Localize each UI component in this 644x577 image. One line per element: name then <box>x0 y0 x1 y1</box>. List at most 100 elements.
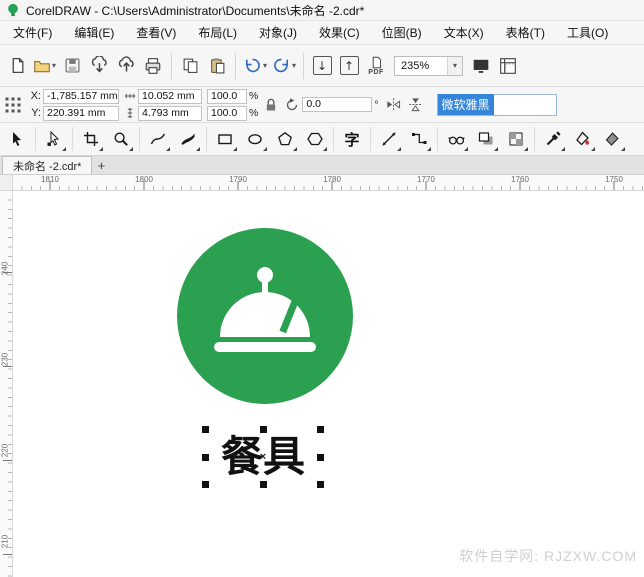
font-list-combobox[interactable]: 微软雅黑 <box>436 93 557 116</box>
import-button[interactable]: ↓ <box>309 50 335 82</box>
text-tool[interactable]: 字 <box>338 125 366 153</box>
import-icon: ↓ <box>312 56 332 75</box>
new-document-button[interactable] <box>4 50 30 82</box>
ellipse-tool[interactable] <box>241 125 269 153</box>
scale-y-field[interactable]: 100.0 <box>207 105 247 121</box>
save-icon <box>65 58 80 73</box>
export-button[interactable]: ↑ <box>336 50 362 82</box>
freehand-tool[interactable] <box>144 125 172 153</box>
fullscreen-preview-button[interactable] <box>468 50 494 82</box>
shape-tool-icon <box>47 131 60 146</box>
copy-icon <box>183 58 197 73</box>
separator <box>437 127 438 151</box>
interactive-fill-tool[interactable] <box>569 125 597 153</box>
save-button[interactable] <box>59 50 85 82</box>
menu-bitmaps[interactable]: 位图(B) <box>371 21 433 44</box>
zoom-tool[interactable] <box>107 125 135 153</box>
zoom-level-combobox[interactable]: 235% ▾ <box>394 55 464 76</box>
selection-handle[interactable] <box>317 481 324 488</box>
x-position-field[interactable]: -1,785.157 mm <box>43 88 119 104</box>
common-shapes-tool[interactable] <box>301 125 329 153</box>
color-eyedropper-tool[interactable] <box>539 125 567 153</box>
mirror-vertical-button[interactable] <box>406 95 426 115</box>
undo-button[interactable]: ▾ <box>241 50 269 82</box>
separator <box>35 127 36 151</box>
rotation-angle-field[interactable]: 0.0 <box>302 97 373 112</box>
undo-dropdown-arrow-icon[interactable]: ▾ <box>263 61 267 70</box>
zoom-dropdown-button[interactable]: ▾ <box>447 56 463 75</box>
logo-graphic[interactable] <box>170 221 360 411</box>
text-tool-icon: 字 <box>344 131 360 149</box>
show-rulers-button[interactable] <box>495 50 521 82</box>
copy-button[interactable] <box>177 50 203 82</box>
menu-effects[interactable]: 效果(C) <box>308 21 371 44</box>
font-name-selected[interactable]: 微软雅黑 <box>437 94 494 115</box>
save-to-cloud-button[interactable] <box>113 50 139 82</box>
connector-tool[interactable] <box>405 125 433 153</box>
glasses-effect-tool[interactable] <box>442 125 470 153</box>
horizontal-ruler[interactable]: 1810 1800 1790 1780 1770 1760 1750 <box>13 175 644 190</box>
menu-layout[interactable]: 布局(L) <box>187 21 248 44</box>
object-height-field[interactable]: 4.793 mm <box>138 105 202 121</box>
coreldraw-logo-icon <box>8 3 18 17</box>
selected-text-object[interactable]: 餐具 × <box>202 426 324 488</box>
ruler-origin[interactable] <box>0 175 13 190</box>
freehand-tool-icon <box>150 133 166 145</box>
selection-handle[interactable] <box>202 426 209 433</box>
drawing-canvas[interactable]: 餐具 × 软件自学网: RJZXW.COM <box>13 191 644 577</box>
drop-shadow-tool[interactable] <box>472 125 500 153</box>
selection-handle[interactable] <box>260 426 267 433</box>
separator <box>303 52 305 79</box>
menu-text[interactable]: 文本(X) <box>433 21 495 44</box>
transparency-tool[interactable] <box>502 125 530 153</box>
parallel-dimension-tool[interactable] <box>375 125 403 153</box>
selection-handle[interactable] <box>202 481 209 488</box>
window-title: CorelDRAW - C:\Users\Administrator\Docum… <box>26 3 365 18</box>
menu-file[interactable]: 文件(F) <box>2 21 63 44</box>
y-position-field[interactable]: 220.391 mm <box>43 105 119 121</box>
redo-button[interactable]: ▾ <box>270 50 298 82</box>
cloche-logo-icon <box>177 228 353 404</box>
position-fields: X: -1,785.157 mm Y: 220.391 mm <box>28 88 119 121</box>
shape-tool[interactable] <box>40 125 68 153</box>
v-ruler-label: 240 <box>0 261 10 276</box>
smart-fill-tool[interactable] <box>599 125 627 153</box>
polygon-tool[interactable] <box>271 125 299 153</box>
scale-x-field[interactable]: 100.0 <box>207 88 247 104</box>
pick-tool[interactable] <box>3 125 31 153</box>
selection-handle[interactable] <box>317 426 324 433</box>
object-origin-grid-icon[interactable] <box>3 95 23 115</box>
menu-view[interactable]: 查看(V) <box>125 21 187 44</box>
zoom-level-value[interactable]: 235% <box>395 60 447 72</box>
menu-tools[interactable]: 工具(O) <box>556 21 619 44</box>
print-icon <box>145 57 161 74</box>
pick-tool-icon <box>13 132 21 146</box>
mirror-horizontal-button[interactable] <box>384 95 404 115</box>
menu-table[interactable]: 表格(T) <box>495 21 556 44</box>
artistic-media-tool[interactable] <box>174 125 202 153</box>
open-from-cloud-icon <box>91 56 107 73</box>
menu-object[interactable]: 对象(J) <box>248 21 308 44</box>
paste-button[interactable] <box>204 50 230 82</box>
object-width-field[interactable]: 10.052 mm <box>138 88 202 104</box>
lock-ratio-icon[interactable] <box>263 97 279 113</box>
artistic-media-tool-icon <box>181 133 195 145</box>
scale-fields: 100.0 % 100.0 % <box>207 88 258 121</box>
redo-dropdown-arrow-icon[interactable]: ▾ <box>292 61 296 70</box>
save-to-cloud-icon <box>118 56 134 72</box>
selection-handle[interactable] <box>260 481 267 488</box>
new-document-tab-button[interactable]: + <box>92 156 110 174</box>
publish-pdf-button[interactable]: PDF <box>363 50 389 82</box>
open-from-cloud-button[interactable] <box>86 50 112 82</box>
selection-handle[interactable] <box>202 454 209 461</box>
document-tab[interactable]: 未命名 -2.cdr* <box>2 156 93 174</box>
vertical-ruler[interactable]: 240 230 220 210 <box>0 191 13 577</box>
open-button[interactable]: ▾ <box>31 50 58 82</box>
crop-tool[interactable] <box>77 125 105 153</box>
selection-handle[interactable] <box>317 454 324 461</box>
open-dropdown-arrow-icon[interactable]: ▾ <box>52 61 56 70</box>
smart-fill-tool-icon <box>605 132 619 146</box>
rectangle-tool[interactable] <box>211 125 239 153</box>
menu-edit[interactable]: 编辑(E) <box>63 21 125 44</box>
print-button[interactable] <box>140 50 166 82</box>
